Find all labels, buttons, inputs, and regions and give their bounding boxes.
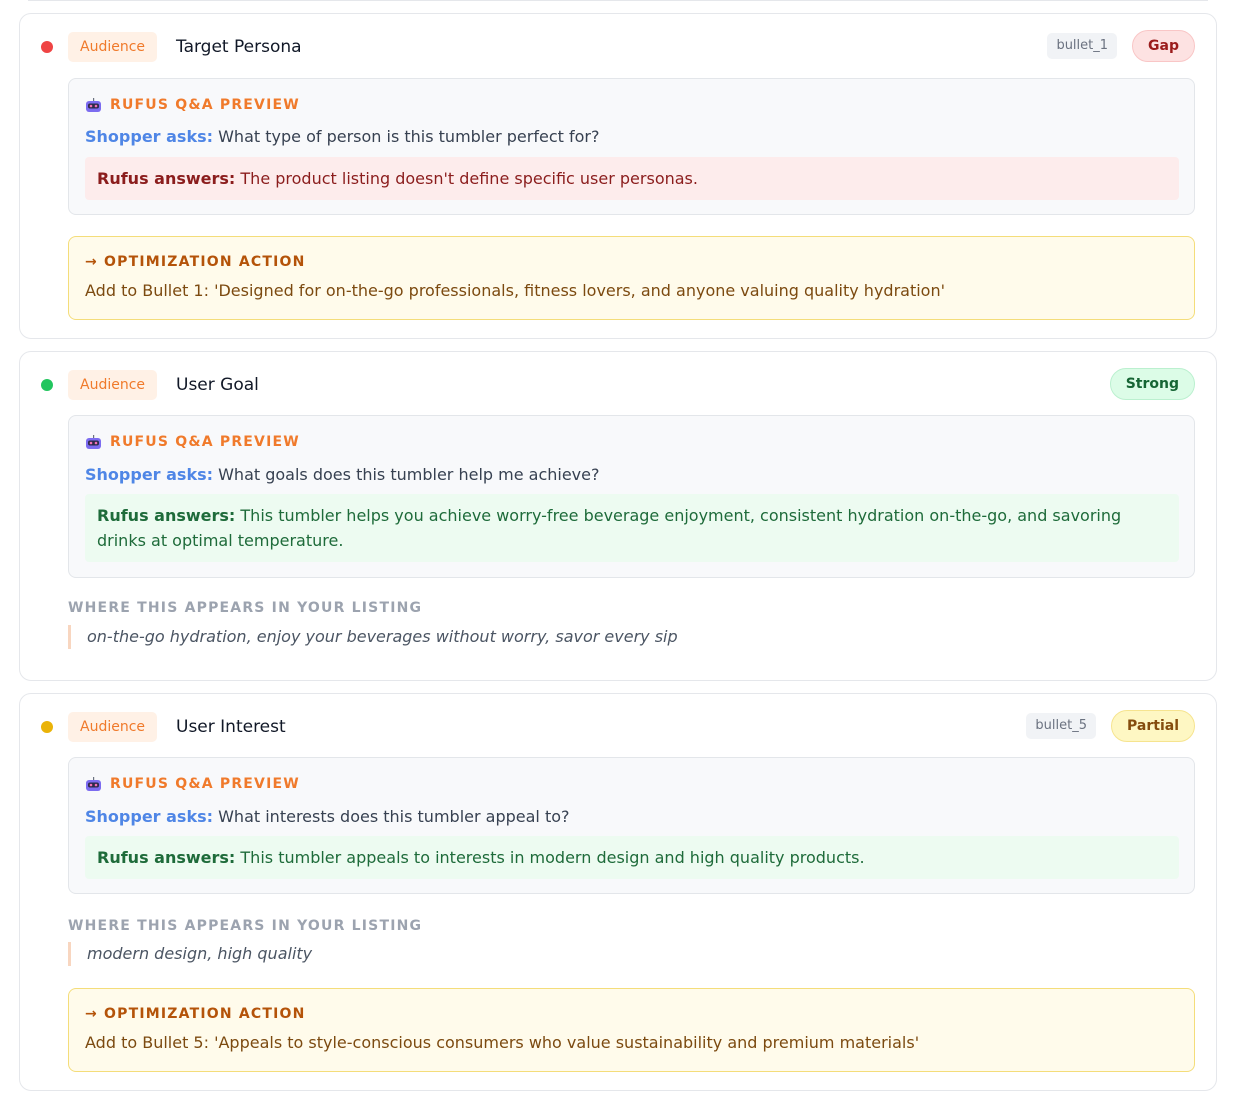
card-title: User Interest [176, 717, 286, 737]
answer-text: This tumbler appeals to interests in mod… [240, 848, 865, 867]
rufus-label: Rufus answers: [97, 848, 236, 867]
answer-text: This tumbler helps you achieve worry-fre… [97, 506, 1122, 550]
insight-card-user-goal: Audience User Goal Strong RUFUS Q&A PREV… [19, 351, 1217, 681]
rufus-label: Rufus answers: [97, 506, 236, 525]
shopper-question: Shopper asks: What interests does this t… [85, 806, 570, 828]
robot-icon [86, 434, 101, 449]
card-header: Audience Target Persona bullet_1 Gap [20, 28, 1216, 64]
rufus-label: Rufus answers: [97, 169, 236, 188]
appears-label: WHERE THIS APPEARS IN YOUR LISTING [68, 600, 423, 616]
status-dot [41, 41, 53, 53]
optimization-action: → OPTIMIZATION ACTION Add to Bullet 5: '… [68, 988, 1195, 1072]
question-text: What goals does this tumbler help me ach… [218, 465, 600, 484]
card-title: User Goal [176, 375, 259, 395]
preview-label: RUFUS Q&A PREVIEW [110, 434, 300, 450]
shopper-label: Shopper asks: [85, 127, 214, 146]
status-badge: Partial [1111, 710, 1195, 742]
question-text: What type of person is this tumbler perf… [218, 127, 600, 146]
insight-card-target-persona: Audience Target Persona bullet_1 Gap RUF… [19, 13, 1217, 339]
action-text: Add to Bullet 5: 'Appeals to style-consc… [85, 1033, 920, 1052]
bullet-ref-tag: bullet_1 [1047, 33, 1118, 59]
rufus-answer: Rufus answers: This tumbler appeals to i… [85, 836, 1179, 879]
preview-label: RUFUS Q&A PREVIEW [110, 776, 300, 792]
shopper-label: Shopper asks: [85, 465, 214, 484]
preview-header: RUFUS Q&A PREVIEW [85, 95, 300, 115]
robot-icon [86, 776, 101, 791]
insight-card-user-interest: Audience User Interest bullet_5 Partial … [19, 693, 1217, 1091]
category-badge: Audience [68, 32, 158, 62]
shopper-label: Shopper asks: [85, 807, 214, 826]
card-header: Audience User Interest bullet_5 Partial [20, 708, 1216, 744]
status-dot [41, 379, 53, 391]
card-tags: bullet_5 Partial [1026, 710, 1195, 742]
card-header: Audience User Goal Strong [20, 366, 1216, 402]
listing-quote: modern design, high quality [68, 942, 312, 966]
question-text: What interests does this tumbler appeal … [218, 807, 570, 826]
action-label: → OPTIMIZATION ACTION [85, 1006, 306, 1022]
answer-text: The product listing doesn't define speci… [240, 169, 698, 188]
shopper-question: Shopper asks: What type of person is thi… [85, 126, 599, 148]
preview-header: RUFUS Q&A PREVIEW [85, 432, 300, 452]
rufus-answer: Rufus answers: This tumbler helps you ac… [85, 494, 1179, 562]
action-text: Add to Bullet 1: 'Designed for on-the-go… [85, 281, 945, 300]
robot-icon [86, 97, 101, 112]
rufus-answer: Rufus answers: The product listing doesn… [85, 157, 1179, 200]
listing-quote: on-the-go hydration, enjoy your beverage… [68, 625, 678, 649]
rufus-preview-panel: RUFUS Q&A PREVIEW Shopper asks: What goa… [68, 415, 1195, 578]
category-badge: Audience [68, 712, 158, 742]
action-label: → OPTIMIZATION ACTION [85, 254, 306, 270]
appears-label: WHERE THIS APPEARS IN YOUR LISTING [68, 918, 423, 934]
optimization-action: → OPTIMIZATION ACTION Add to Bullet 1: '… [68, 236, 1195, 320]
status-badge: Gap [1132, 30, 1195, 62]
preview-label: RUFUS Q&A PREVIEW [110, 97, 300, 113]
card-title: Target Persona [176, 37, 302, 57]
card-tags: Strong [1109, 368, 1195, 400]
preview-header: RUFUS Q&A PREVIEW [85, 774, 300, 794]
status-dot [41, 721, 53, 733]
bullet-ref-tag: bullet_5 [1026, 713, 1097, 739]
card-tags: bullet_1 Gap [1047, 30, 1195, 62]
rufus-preview-panel: RUFUS Q&A PREVIEW Shopper asks: What typ… [68, 78, 1195, 215]
top-divider [28, 0, 1208, 1]
shopper-question: Shopper asks: What goals does this tumbl… [85, 464, 599, 486]
category-badge: Audience [68, 370, 158, 400]
rufus-preview-panel: RUFUS Q&A PREVIEW Shopper asks: What int… [68, 757, 1195, 894]
status-badge: Strong [1109, 368, 1195, 400]
